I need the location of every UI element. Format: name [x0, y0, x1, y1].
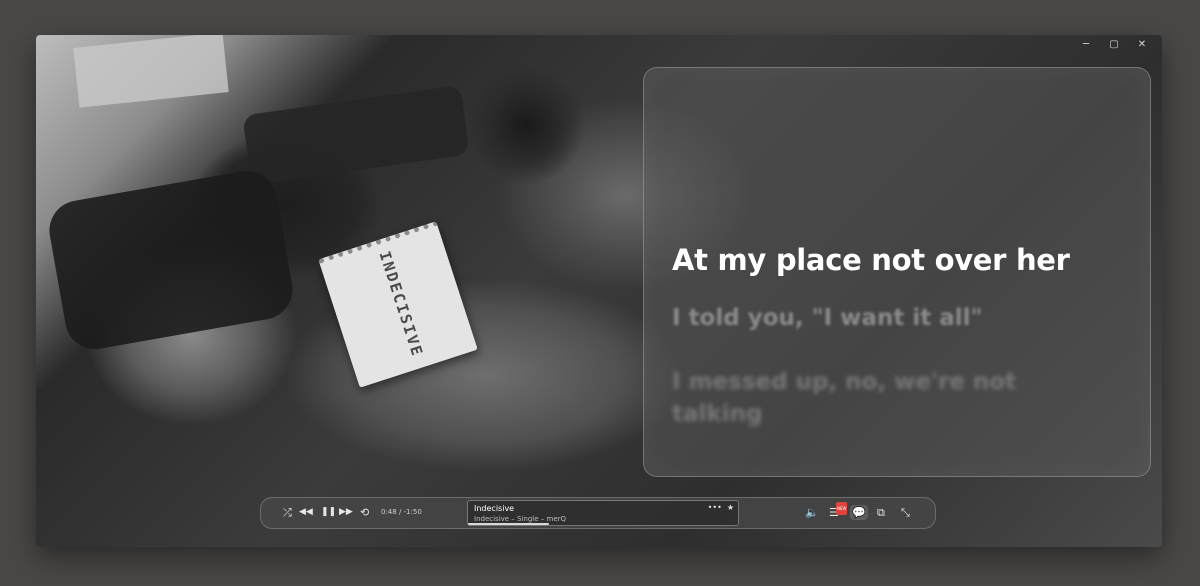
- playback-bar: ⤮ ◀◀ ❚❚ ▶▶ ⟲ 0:48 / -1:50 Indecisive Ind…: [260, 497, 936, 529]
- queue-badge: NEW: [836, 502, 848, 515]
- now-playing-track[interactable]: Indecisive Indecisive – Single – merQ ••…: [467, 500, 739, 526]
- next-icon[interactable]: ▶▶: [339, 506, 353, 519]
- more-options-icon[interactable]: •••: [708, 503, 722, 512]
- artwork-plant: [466, 65, 586, 185]
- music-player-window: INDECISIVE ─ ▢ ✕ At my place not over he…: [36, 35, 1162, 547]
- miniplayer-icon[interactable]: ⧉: [877, 506, 885, 519]
- playback-progress[interactable]: [468, 523, 549, 525]
- artwork-chair-arm: [242, 85, 470, 185]
- lyrics-icon[interactable]: 💬: [850, 505, 868, 520]
- minimize-button[interactable]: ─: [1074, 37, 1098, 51]
- artwork-paper: [73, 35, 229, 108]
- lyric-later-line[interactable]: I messed up, no, we're not talking: [672, 366, 1072, 430]
- maximize-button[interactable]: ▢: [1102, 37, 1126, 51]
- repeat-icon[interactable]: ⟲: [360, 506, 369, 519]
- window-controls: ─ ▢ ✕: [1074, 37, 1154, 51]
- queue-icon[interactable]: ☰ NEW: [829, 502, 848, 519]
- favorite-star-icon[interactable]: ★: [727, 503, 734, 512]
- artwork-chair-back: [44, 166, 298, 354]
- volume-icon[interactable]: 🔈: [805, 506, 819, 519]
- track-actions: ••• ★: [708, 503, 734, 512]
- pause-icon[interactable]: ❚❚: [321, 506, 336, 519]
- close-button[interactable]: ✕: [1130, 37, 1154, 51]
- lyrics-panel: At my place not over her I told you, "I …: [643, 67, 1151, 477]
- track-subtitle: Indecisive – Single – merQ: [474, 515, 567, 523]
- collapse-icon[interactable]: ⤡: [901, 506, 910, 519]
- shuffle-icon[interactable]: ⤮: [283, 506, 292, 519]
- notebook-lettering: INDECISIVE: [375, 248, 427, 360]
- artwork-notebook: INDECISIVE: [318, 221, 478, 388]
- lyric-current-line[interactable]: At my place not over her: [672, 243, 1070, 277]
- track-title: Indecisive: [474, 504, 515, 513]
- playback-time: 0:48 / -1:50: [381, 508, 422, 516]
- lyric-next-line[interactable]: I told you, "I want it all": [672, 305, 982, 331]
- previous-icon[interactable]: ◀◀: [299, 506, 313, 519]
